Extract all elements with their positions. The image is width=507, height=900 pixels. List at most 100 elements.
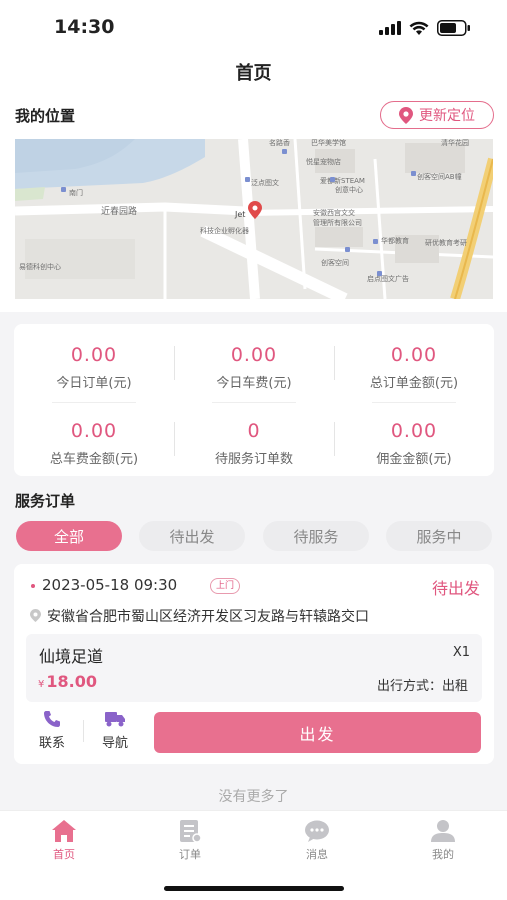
nav-bar: 首页 — [0, 56, 507, 98]
divider — [334, 346, 335, 380]
map-label: 南门 — [69, 188, 83, 197]
stat-label: 今日订单(元) — [56, 376, 132, 391]
tabbar-messages[interactable]: 消息 — [287, 819, 347, 862]
relocate-button[interactable]: 更新定位 — [380, 101, 494, 129]
profile-icon — [431, 820, 455, 842]
tab-pending-service[interactable]: 待服务 — [263, 521, 369, 551]
map-label: 巴华美学馆 — [311, 139, 346, 147]
stat-label: 总车费金额(元) — [49, 452, 139, 467]
stat-label: 待服务订单数 — [214, 452, 293, 467]
stat-value: 0 — [247, 420, 261, 442]
order-status: 待出发 — [431, 579, 480, 598]
message-icon — [305, 820, 329, 842]
location-pin-icon — [399, 106, 413, 124]
service-quantity: X1 — [452, 645, 470, 660]
stat-value: 0.00 — [70, 344, 118, 366]
home-icon — [52, 820, 76, 842]
stats-card: 0.00 今日订单(元) 0.00 今日车费(元) 0.00 总订单金额(元) … — [14, 324, 494, 476]
service-type-badge: 上门 — [210, 578, 241, 594]
map-label: 创客空间 — [321, 258, 349, 267]
map-label: 研优教育考研 — [425, 238, 467, 247]
order-tabs: 全部 待出发 待服务 服务中 — [16, 521, 492, 551]
tabbar-profile[interactable]: 我的 — [413, 819, 473, 862]
page-title: 首页 — [235, 63, 272, 84]
service-price: ¥18.00 — [38, 672, 97, 691]
home-indicator — [164, 886, 344, 891]
stat-value: 0.00 — [390, 420, 438, 442]
map-label: 安徽西宫文交 — [313, 208, 355, 217]
truck-icon — [105, 712, 125, 727]
map-label: 清华花园 — [441, 139, 469, 147]
stat-total-fare: 0.00 总车费金额(元) — [14, 420, 174, 467]
tab-in-service[interactable]: 服务中 — [386, 521, 492, 551]
divider — [212, 402, 296, 403]
bottom-tab-bar: 首页 订单 消息 我的 — [0, 810, 507, 900]
order-address: 安徽省合肥市蜀山区经济开发区习友路与轩辕路交口 — [47, 609, 369, 625]
signal-icon — [379, 21, 401, 35]
status-icons — [379, 20, 471, 36]
map-label: 名路香 — [269, 139, 290, 147]
map-label: 创意中心 — [335, 185, 363, 194]
no-more-text: 没有更多了 — [218, 789, 289, 805]
tabbar-label: 我的 — [432, 848, 454, 861]
tabbar-home[interactable]: 首页 — [34, 819, 94, 862]
stat-pending-orders: 0 待服务订单数 — [174, 420, 334, 467]
map-label: 科技企业孵化器 — [200, 226, 249, 235]
map-canvas: 名路香 巴华美学馆 悦星宠物店 泛点图文 爱都新STEAM 创意中心 创客空间A… — [15, 139, 493, 299]
map-label: 悦星宠物店 — [306, 157, 341, 166]
relocate-label: 更新定位 — [419, 108, 475, 124]
currency-symbol: ¥ — [38, 679, 45, 690]
price-value: 18.00 — [46, 672, 97, 691]
map-label: 泛点图文 — [251, 178, 279, 187]
tabbar-label: 首页 — [53, 848, 75, 861]
order-card[interactable]: 2023-05-18 09:30 上门 待出发 安徽省合肥市蜀山区经济开发区习友… — [14, 564, 494, 764]
divider — [52, 402, 136, 403]
map-label: 启点图文广告 — [367, 274, 409, 283]
map-label: 创客空间AB幢 — [417, 172, 462, 181]
address-pin-icon — [30, 609, 41, 622]
map-label: 华都教育 — [381, 236, 409, 245]
stat-today-fare: 0.00 今日车费(元) — [174, 344, 334, 391]
divider — [174, 422, 175, 456]
order-icon — [180, 820, 202, 843]
divider — [372, 402, 456, 403]
navigate-button[interactable]: 导航 — [93, 710, 137, 751]
status-bar: 14:30 — [0, 0, 507, 56]
tabbar-label: 订单 — [179, 848, 201, 861]
travel-mode: 出行方式：出租 — [376, 679, 468, 694]
service-item: 仙境足道 X1 ¥18.00 出行方式：出租 — [26, 634, 482, 702]
phone-icon — [44, 711, 60, 727]
navigate-label: 导航 — [101, 736, 128, 751]
battery-icon — [437, 20, 470, 36]
stat-today-orders: 0.00 今日订单(元) — [14, 344, 174, 391]
stat-value: 0.00 — [70, 420, 118, 442]
tabbar-orders[interactable]: 订单 — [160, 819, 220, 862]
status-time: 14:30 — [54, 16, 115, 38]
contact-label: 联系 — [38, 736, 65, 751]
stat-label: 佣金金额(元) — [376, 452, 452, 467]
stat-total-order-amount: 0.00 总订单金额(元) — [334, 344, 494, 391]
stat-commission: 0.00 佣金金额(元) — [334, 420, 494, 467]
divider — [174, 346, 175, 380]
map[interactable]: 名路香 巴华美学馆 悦星宠物店 泛点图文 爱都新STEAM 创意中心 创客空间A… — [15, 139, 493, 299]
map-label: 易德科创中心 — [19, 262, 61, 271]
stat-value: 0.00 — [390, 344, 438, 366]
divider — [334, 422, 335, 456]
stat-value: 0.00 — [230, 344, 278, 366]
map-label: 管理所有限公司 — [313, 218, 362, 227]
wifi-icon — [409, 21, 429, 35]
contact-button[interactable]: 联系 — [30, 710, 74, 751]
tab-all[interactable]: 全部 — [16, 521, 122, 551]
map-label: Jet — [234, 210, 245, 219]
divider — [83, 720, 84, 742]
stat-label: 总订单金额(元) — [369, 376, 459, 391]
order-dot — [31, 584, 35, 588]
map-label: 近春园路 — [101, 205, 137, 217]
tab-pending-departure[interactable]: 待出发 — [139, 521, 245, 551]
orders-section-title: 服务订单 — [15, 492, 76, 510]
depart-button[interactable]: 出发 — [154, 712, 481, 753]
location-section: 我的位置 更新定位 名路香 巴华美学馆 悦星宠物店 泛点图文 爱都新STEAM … — [0, 98, 507, 312]
location-title: 我的位置 — [15, 107, 76, 125]
order-datetime: 2023-05-18 09:30 — [42, 576, 178, 594]
service-name: 仙境足道 — [39, 647, 104, 666]
